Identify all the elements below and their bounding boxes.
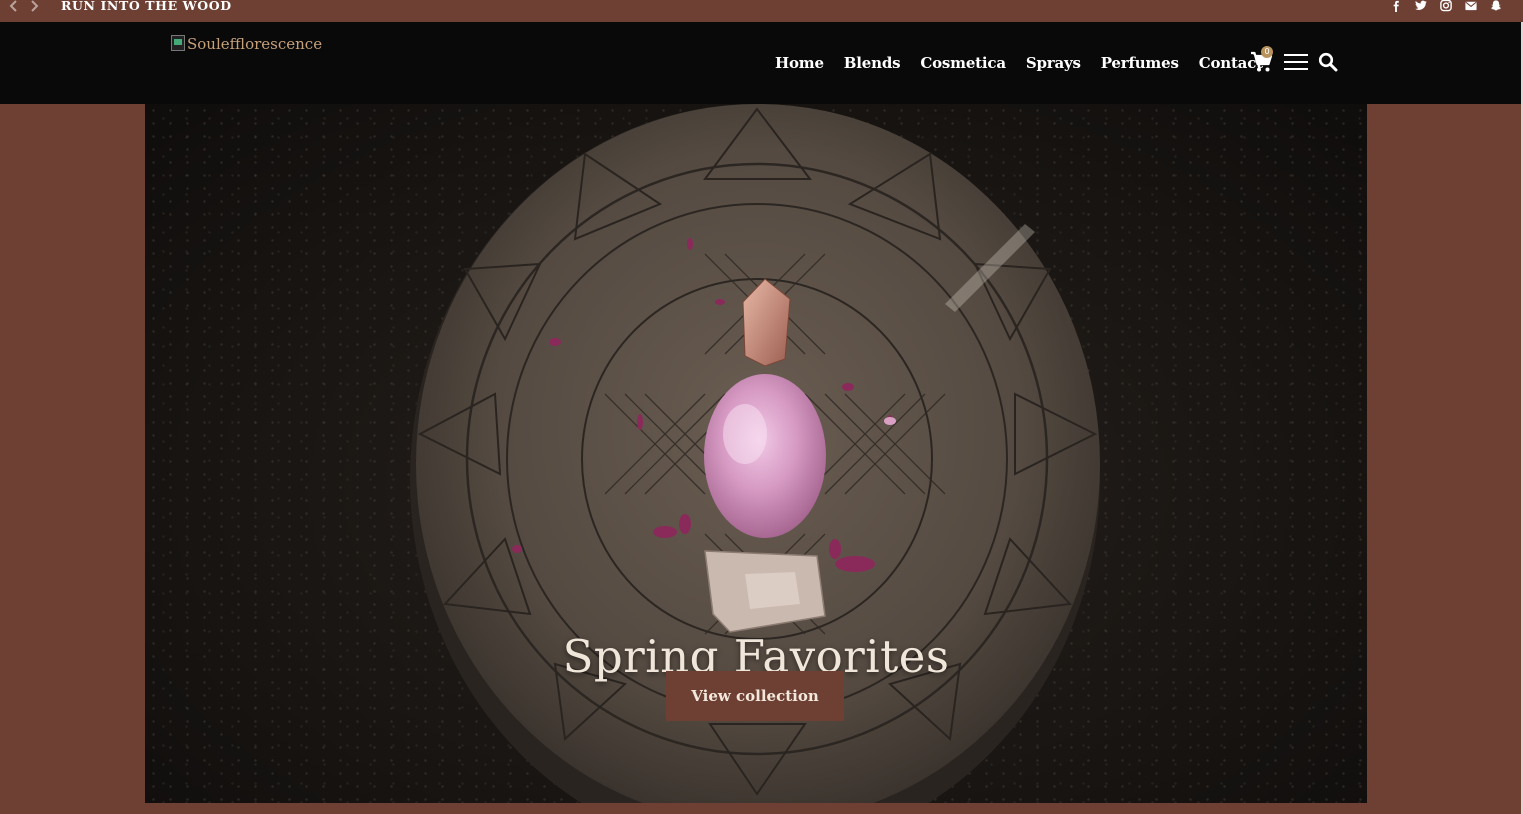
cart-button[interactable]: 0 xyxy=(1250,46,1274,74)
broken-image-icon xyxy=(171,35,185,51)
hamburger-menu-icon[interactable] xyxy=(1284,52,1308,72)
chevron-left-icon[interactable] xyxy=(8,0,20,12)
site-header: Soulefflorescence Home Blends Cosmetica … xyxy=(0,22,1521,104)
announcement-text[interactable]: RUN INTO THE WOOD xyxy=(61,0,232,13)
snapchat-icon[interactable] xyxy=(1489,0,1503,12)
nav-perfumes[interactable]: Perfumes xyxy=(1091,54,1189,72)
nav-blends[interactable]: Blends xyxy=(834,54,911,72)
view-collection-button[interactable]: View collection xyxy=(666,671,844,721)
announcement-bar: RUN INTO THE WOOD xyxy=(0,0,1523,22)
instagram-icon[interactable] xyxy=(1439,0,1453,12)
twitter-icon[interactable] xyxy=(1414,0,1428,12)
header-icons: 0 xyxy=(1250,46,1338,74)
main-nav: Home Blends Cosmetica Sprays Perfumes Co… xyxy=(765,54,1273,72)
hero-banner: Spring Favorites View collection xyxy=(145,104,1367,803)
facebook-icon[interactable] xyxy=(1389,0,1403,12)
social-links xyxy=(1389,0,1503,12)
site-logo[interactable]: Soulefflorescence xyxy=(171,35,322,53)
chevron-right-icon[interactable] xyxy=(28,0,40,12)
nav-cosmetica[interactable]: Cosmetica xyxy=(910,54,1015,72)
cart-count-badge: 0 xyxy=(1261,46,1273,58)
announcement-arrows xyxy=(8,0,40,12)
envelope-icon[interactable] xyxy=(1464,0,1478,12)
nav-sprays[interactable]: Sprays xyxy=(1016,54,1091,72)
logo-alt-text: Soulefflorescence xyxy=(187,35,323,53)
search-icon[interactable] xyxy=(1318,52,1338,72)
nav-home[interactable]: Home xyxy=(765,54,834,72)
